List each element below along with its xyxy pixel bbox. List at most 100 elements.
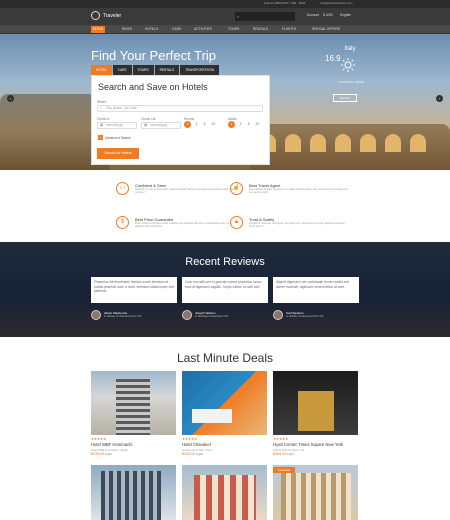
adults-option-1[interactable]: 1: [228, 121, 235, 128]
deal-image[interactable]: [273, 465, 358, 520]
search-input[interactable]: ⌕: [235, 12, 295, 21]
where-label: Where: [97, 100, 107, 104]
deal-name[interactable]: Hotel Chavanel: [182, 442, 211, 447]
review-card: Cras convallis per in gravida viverra ph…: [182, 277, 268, 303]
where-placeholder: City, Airport, Zip Code: [106, 106, 137, 110]
price-unit: /night: [286, 452, 294, 456]
account-menu[interactable]: Account: [307, 13, 319, 17]
advanced-search-toggle[interactable]: + Advanced Search: [98, 135, 131, 140]
brand-name: Traveler: [103, 12, 122, 19]
checkout-input[interactable]: ▦ mm/dd/yyyy: [141, 122, 181, 129]
deal-image[interactable]: [182, 465, 267, 520]
tab-transportation[interactable]: TRANSPORTATION: [180, 65, 219, 75]
top-bar: Call us (0800) 899 - 999 - 8991 Info@tra…: [0, 0, 450, 8]
nav-special-offers[interactable]: SPECIAL OFFERS: [310, 26, 342, 33]
price-unit: /night: [195, 452, 203, 456]
dollar-icon: $: [116, 216, 129, 229]
rooms-option-3[interactable]: 3: [201, 121, 208, 128]
logo[interactable]: Traveler: [91, 11, 121, 20]
explore-button[interactable]: Explore: [333, 94, 357, 102]
reviewer-name: Carl Sanders in Holiday Inn Express New Y…: [286, 311, 323, 318]
colosseum-image: [250, 104, 450, 170]
feature-desc: Non ultricies id dolor semper ut ut moll…: [249, 188, 349, 195]
where-input[interactable]: ⌖ City, Airport, Zip Code: [97, 105, 263, 112]
thumbs-up-icon: ☝: [230, 182, 243, 195]
nav-hotels[interactable]: HOTELS: [143, 26, 160, 33]
avatar: [91, 310, 101, 320]
plus-icon: +: [98, 135, 103, 140]
search-title: Search and Save on Hotels: [98, 82, 208, 92]
hero-prev-arrow[interactable]: ‹: [7, 95, 14, 102]
review-quote: Cras convallis per in gravida viverra ph…: [185, 280, 262, 289]
lock-icon: 🔒︎: [230, 216, 243, 229]
deal-name[interactable]: Hotel WBF Hommachi: [91, 442, 132, 447]
nav-flights[interactable]: FLIGHTS: [280, 26, 298, 33]
wallet-icon: ▭: [116, 182, 129, 195]
avatar: [273, 310, 283, 320]
tab-cars[interactable]: CARS: [112, 65, 132, 75]
price-value: $235.00: [91, 452, 104, 456]
reviewer-name: Alison Mackenzie in Holiday Inn Express N…: [104, 311, 141, 318]
reviews-section: Recent Reviews Phasellus elit fermentum …: [0, 242, 450, 337]
review-quote: Aliquet dignissim nec sollicitudin ferme…: [276, 280, 349, 289]
contact-phone: Call us (0800) 899 - 999 - 8991: [264, 1, 306, 5]
review-quote: Phasellus elit fermentum facilisis socii…: [94, 280, 174, 293]
contact-email: Info@travel.themes.com: [320, 1, 353, 5]
adults-option-2[interactable]: 2: [237, 121, 244, 128]
main-nav: HOME RIDES HOTELS CARS ACTIVITIES TOURS …: [0, 25, 450, 34]
price-unit: /night: [104, 452, 112, 456]
hero-title: Find Your Perfect Trip: [91, 48, 217, 63]
tab-rentals[interactable]: RENTALS: [154, 65, 180, 75]
reviewer-location: in Holiday Inn Express New York: [104, 315, 142, 318]
search-icon: ⌕: [237, 14, 240, 19]
weather-city: Italy: [344, 46, 356, 52]
nav-activities[interactable]: ACTIVITIES: [192, 26, 214, 33]
nav-rides[interactable]: RIDES: [120, 26, 134, 33]
tab-tours[interactable]: TOURS: [132, 65, 154, 75]
checkin-label: Check in: [97, 117, 110, 121]
adults-option-3plus[interactable]: 3+: [254, 121, 261, 128]
advanced-search-label: Advanced Search: [105, 135, 132, 140]
language-select[interactable]: English: [340, 13, 351, 17]
search-hotels-button[interactable]: Search for Hotels: [97, 148, 139, 159]
deal-image-hyatt-centric[interactable]: [273, 371, 358, 435]
rooms-option-1[interactable]: 1: [184, 121, 191, 128]
tab-hotel[interactable]: HOTEL: [91, 65, 112, 75]
checkout-placeholder: mm/dd/yyyy: [150, 123, 168, 127]
nav-tours[interactable]: TOURS: [226, 26, 241, 33]
feature-desc: Nostrud ut nunc et duis dolor magna frin…: [135, 188, 235, 195]
calendar-icon: ▦: [144, 123, 148, 127]
review-card: Aliquet dignissim nec sollicitudin ferme…: [273, 277, 359, 303]
reviewer-location: in Wellington Hotel New York: [195, 315, 229, 318]
checkout-label: Check out: [141, 117, 156, 121]
reviewer-name: Joseph Watson in Wellington Hotel New Yor…: [195, 311, 228, 318]
rooms-option-2[interactable]: 2: [193, 121, 200, 128]
deal-image[interactable]: [91, 465, 176, 520]
logo-icon: [91, 11, 100, 20]
nav-home[interactable]: HOME: [91, 26, 105, 33]
featured-badge: Featured: [273, 467, 295, 473]
calendar-icon: ▦: [100, 123, 104, 127]
nav-rentals[interactable]: RENTALS: [251, 26, 270, 33]
review-card: Phasellus elit fermentum facilisis socii…: [91, 277, 177, 303]
deal-image-hotel-chavanel[interactable]: [182, 371, 267, 435]
deal-price: $384.00 /night: [273, 452, 294, 456]
map-marker-icon: ⌖: [100, 106, 102, 110]
checkin-input[interactable]: ▦ mm/dd/yyyy: [97, 122, 137, 129]
reviewer-location: in Holiday Inn Express New York: [286, 315, 324, 318]
feature-desc: Proin sociis ac fringilla mollis molesti…: [135, 222, 232, 229]
page: Call us (0800) 899 - 999 - 8991 Info@tra…: [0, 0, 450, 520]
hero-next-arrow[interactable]: ›: [436, 95, 443, 102]
avatar: [182, 310, 192, 320]
rating-stars: ★★★★★: [182, 437, 198, 441]
deal-name[interactable]: Hyatt Centric Times Square New York: [273, 442, 343, 447]
nav-cars[interactable]: CARS: [170, 26, 183, 33]
checkin-placeholder: mm/dd/yyyy: [106, 123, 124, 127]
sun-icon: [341, 58, 355, 72]
adults-option-3[interactable]: 3: [245, 121, 252, 128]
rooms-option-3plus[interactable]: 3+: [210, 121, 217, 128]
header: Traveler ⌕ Account $ USD English: [0, 8, 450, 25]
deal-image-hotel-wbf[interactable]: [91, 371, 176, 435]
rating-stars: ★★★★★: [91, 437, 107, 441]
currency-select[interactable]: $ USD: [323, 13, 333, 17]
